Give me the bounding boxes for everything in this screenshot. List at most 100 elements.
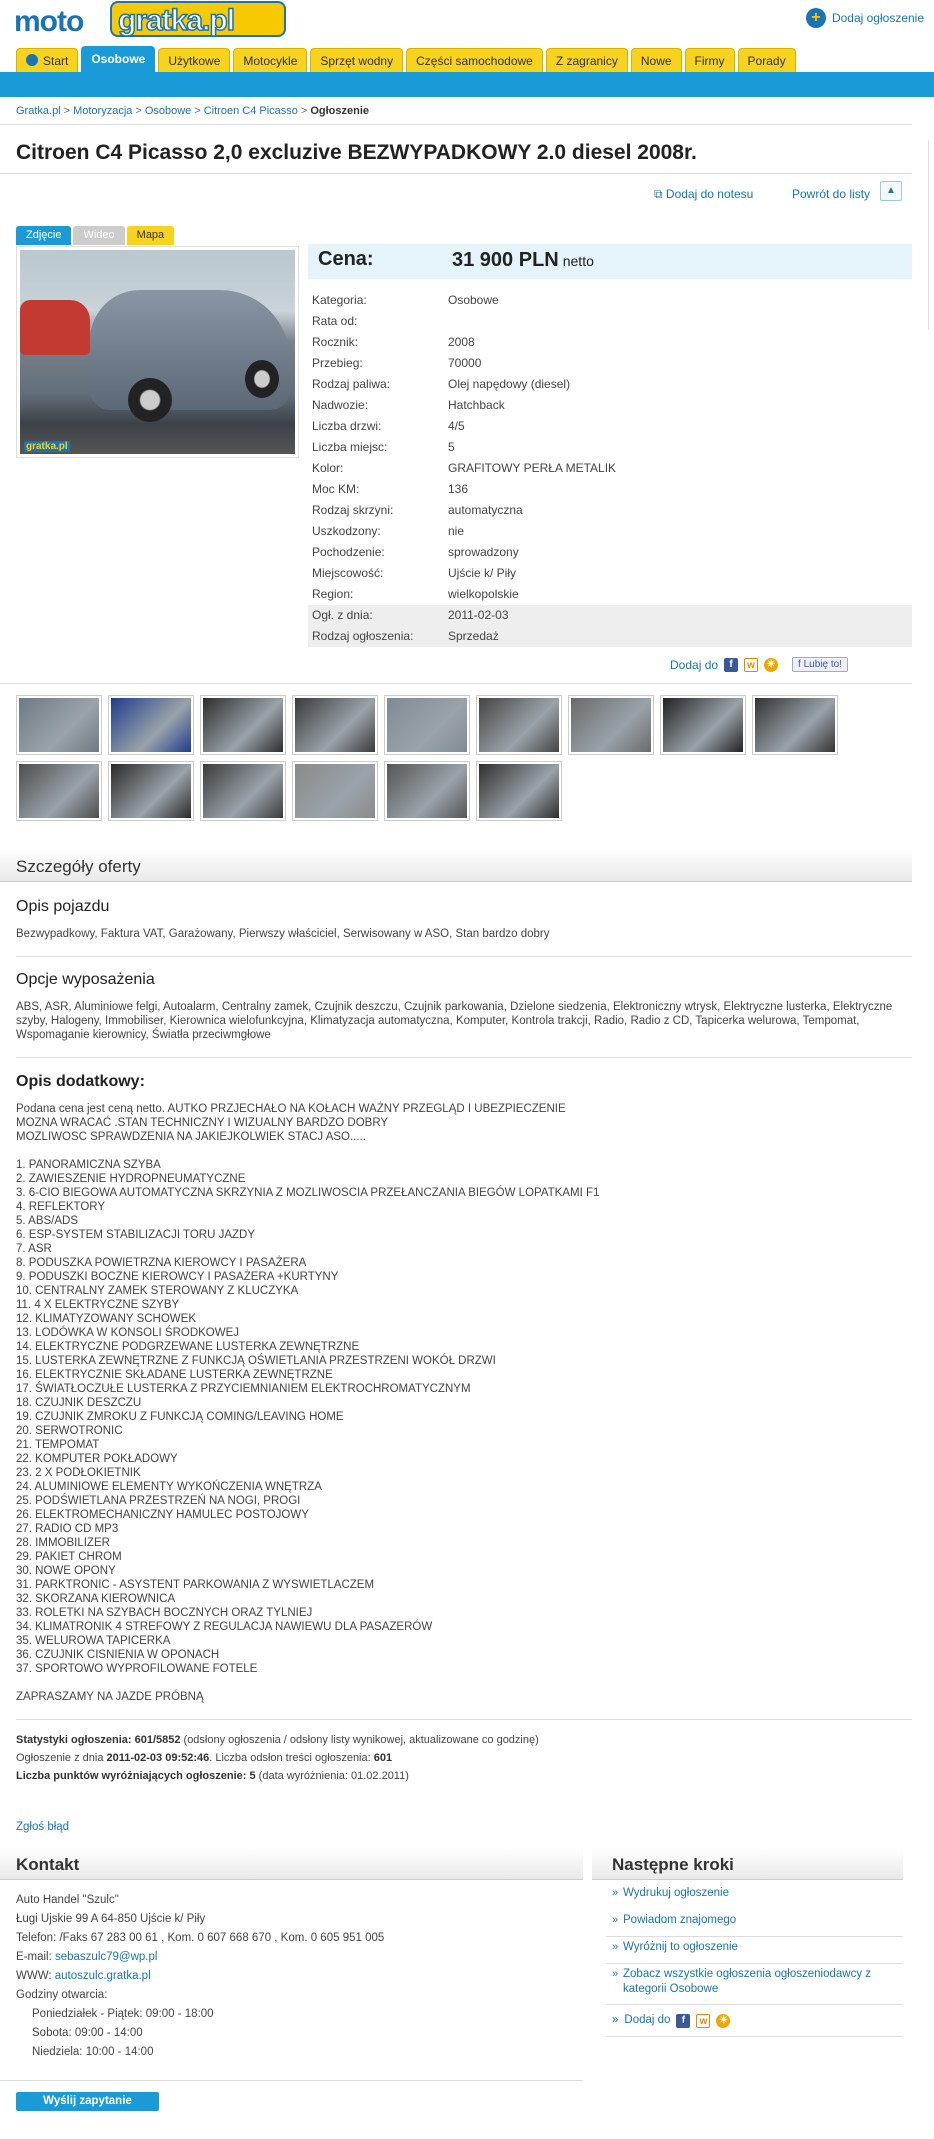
thumbnail[interactable] — [292, 695, 378, 755]
stats-count: Statystyki ogłoszenia: 601/5852 — [16, 1734, 181, 1746]
blip-icon[interactable]: ☀ — [764, 657, 779, 672]
tab-firmy[interactable]: Firmy — [684, 48, 735, 72]
tab-nowe[interactable]: Nowe — [630, 48, 682, 72]
breadcrumb-osobowe[interactable]: Osobowe — [145, 105, 191, 117]
tab-osobowe[interactable]: Osobowe — [81, 46, 156, 72]
contact-www[interactable]: autoszulc.gratka.pl — [55, 1970, 151, 1982]
spec-row: Liczba miejsc: 5 — [308, 437, 912, 458]
photo-red-car — [20, 300, 90, 355]
tab-photo[interactable]: Zdjęcie — [16, 226, 72, 245]
blip-icon[interactable]: ☀ — [716, 2013, 731, 2028]
spec-key: Uszkodzony: — [312, 524, 381, 538]
print-ad-link[interactable]: » Wydrukuj ogłoszenie — [612, 1886, 897, 1901]
thumbnail[interactable] — [384, 695, 470, 755]
notify-friend-link[interactable]: » Powiadom znajomego — [612, 1913, 897, 1928]
stats-points: Liczba punktów wyróżniających ogłoszenie… — [16, 1770, 256, 1782]
thumbnail-gallery — [16, 695, 846, 821]
wykop-icon[interactable]: w — [744, 657, 759, 672]
thumbnail-image — [479, 698, 559, 752]
like-label: Lubię to! — [803, 659, 842, 670]
tab-czesci[interactable]: Części samochodowe — [406, 48, 543, 72]
thumbnail[interactable] — [568, 695, 654, 755]
contact-email[interactable]: sebaszulc79@wp.pl — [55, 1951, 157, 1963]
share-label[interactable]: Dodaj do — [670, 658, 718, 672]
photo-watermark: gratka.pl — [24, 441, 70, 452]
tab-sprzet-wodny[interactable]: Sprzęt wodny — [310, 48, 404, 72]
add-ad-link[interactable]: + Dodaj ogłoszenie — [805, 8, 924, 28]
facebook-icon[interactable]: f — [724, 657, 739, 672]
contact-name: Auto Handel "Szulc" — [16, 1894, 119, 1906]
all-ads-link[interactable]: » Zobacz wszystkie ogłoszenia ogłoszeniod… — [612, 1967, 897, 1997]
spec-key: Miejscowość: — [312, 566, 384, 580]
like-button[interactable]: f Lubię to! — [792, 657, 848, 672]
logo-gratka: gratka.pl — [117, 3, 236, 38]
scrollbar[interactable] — [928, 140, 934, 330]
car-photo-image: gratka.pl — [20, 250, 295, 454]
contact-www-row: WWW: autoszulc.gratka.pl — [16, 1970, 151, 1982]
details-heading: Szczegóły oferty — [16, 857, 141, 876]
thumbnail[interactable] — [200, 761, 286, 821]
breadcrumb-gratka[interactable]: Gratka.pl — [16, 105, 61, 117]
spec-key: Rocznik: — [312, 335, 359, 349]
spec-value: 70000 — [448, 356, 482, 370]
thumbnail[interactable] — [108, 695, 194, 755]
stats-date: 2011-02-03 09:52:46 — [106, 1752, 210, 1764]
breadcrumb-sep: > — [194, 105, 201, 117]
step-label: Wyróżnij to ogłoszenie — [623, 1941, 738, 1953]
thumbnail[interactable] — [16, 695, 102, 755]
stats-views: 601 — [373, 1752, 393, 1764]
thumbnail[interactable] — [476, 695, 562, 755]
send-inquiry-button[interactable]: Wyślij zapytanie — [16, 2092, 159, 2111]
breadcrumb-model[interactable]: Citroen C4 Picasso — [204, 105, 298, 117]
tab-uzytkowe[interactable]: Użytkowe — [158, 48, 231, 72]
main-photo[interactable]: gratka.pl — [16, 246, 299, 458]
thumbnail-image — [295, 764, 375, 818]
facebook-icon[interactable]: f — [676, 2013, 691, 2028]
wykop-icon[interactable]: w — [696, 2013, 711, 2028]
back-to-list-link[interactable]: Powrót do listy — [792, 187, 870, 201]
add-ad-label: Dodaj ogłoszenie — [831, 11, 924, 25]
chevron-right-icon: » — [612, 1968, 619, 1980]
thumbnail[interactable] — [200, 695, 286, 755]
thumbnail[interactable] — [292, 761, 378, 821]
spec-row: Moc KM: 136 — [308, 479, 912, 500]
photo-wheel — [128, 378, 172, 422]
report-error-link[interactable]: Zgłoś błąd — [16, 1821, 69, 1833]
tab-motocykle[interactable]: Motocykle — [233, 48, 308, 72]
thumbnail-image — [387, 764, 467, 818]
www-label: WWW: — [16, 1970, 55, 1982]
tab-z-zagranicy[interactable]: Z zagranicy — [545, 48, 628, 72]
add-to-notes-link[interactable]: ⧉ Dodaj do notesu — [654, 187, 753, 202]
logo[interactable]: moto gratka.pl — [14, 1, 286, 39]
thumbnail[interactable] — [16, 761, 102, 821]
spec-row: Region: wielkopolskie — [308, 584, 912, 605]
next-steps-header: Następne kroki — [592, 1848, 903, 1880]
spec-value: sprowadzony — [448, 545, 519, 559]
share-label[interactable]: Dodaj do — [624, 2013, 670, 2028]
contact-address: Ługi Ujskie 99 A 64-850 Ujście k/ Piły — [16, 1913, 206, 1925]
main-nav: Start Osobowe Użytkowe Motocykle Sprzęt … — [16, 46, 796, 72]
tab-porady[interactable]: Porady — [737, 48, 796, 72]
thumbnail[interactable] — [108, 761, 194, 821]
nav-bar — [0, 72, 934, 97]
spec-key: Przebieg: — [312, 356, 363, 370]
chevron-right-icon: » — [612, 1941, 619, 1953]
thumbnail[interactable] — [384, 761, 470, 821]
chevron-right-icon: » — [612, 1914, 619, 1926]
scroll-up-button[interactable]: ▲ — [880, 181, 902, 201]
price-suffix: netto — [562, 253, 594, 269]
thumbnail[interactable] — [476, 761, 562, 821]
tab-video[interactable]: Wideo — [73, 226, 125, 245]
spec-key: Ogł. z dnia: — [312, 608, 373, 622]
thumbnail[interactable] — [660, 695, 746, 755]
stats-views-label: . Liczba odsłon treści ogłoszenia: — [209, 1752, 374, 1764]
tab-start[interactable]: Start — [16, 48, 79, 72]
spec-value: nie — [448, 524, 465, 538]
spec-row: Rata od: — [308, 311, 912, 332]
dodatkowe-heading: Opis dodatkowy: — [16, 1073, 145, 1090]
stats-line-2: Ogłoszenie z dnia 2011-02-03 09:52:46. L… — [16, 1752, 392, 1764]
thumbnail[interactable] — [752, 695, 838, 755]
tab-map[interactable]: Mapa — [126, 226, 175, 245]
highlight-ad-link[interactable]: » Wyróżnij to ogłoszenie — [612, 1940, 897, 1955]
breadcrumb-motoryzacja[interactable]: Motoryzacja — [73, 105, 132, 117]
